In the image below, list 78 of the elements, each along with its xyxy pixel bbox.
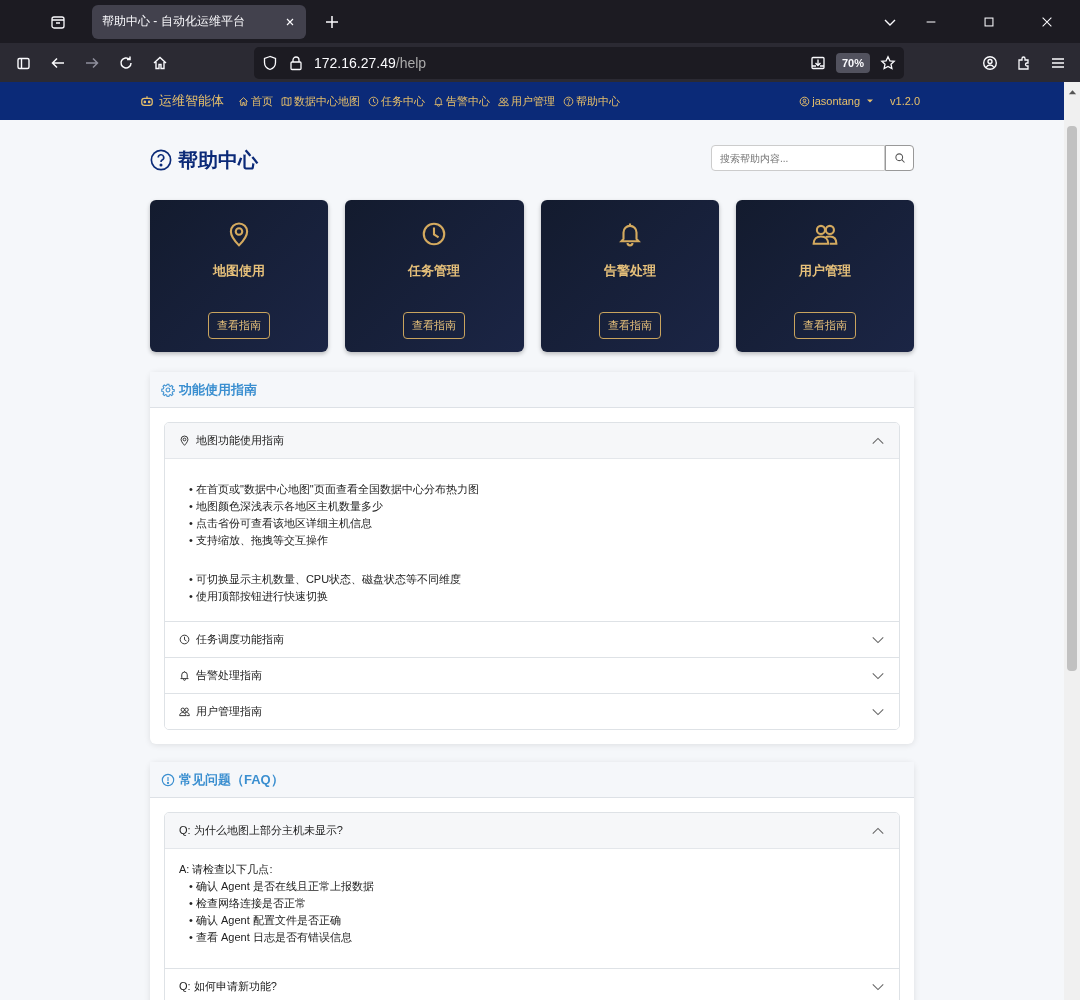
download-icon[interactable] — [809, 54, 826, 71]
list-item: • 可切换显示主机数量、CPU状态、磁盘状态等不同维度 — [189, 572, 463, 587]
shield-icon — [262, 54, 278, 71]
list-item: • 地图颜色深浅表示各地区主机数量多少 — [189, 499, 384, 514]
scroll-up-icon[interactable] — [1067, 88, 1077, 96]
accordion-title: 地图功能使用指南 — [196, 433, 284, 448]
nav-link[interactable]: 帮助中心 — [563, 93, 620, 109]
list-item: • 点击省份可查看该地区详细主机信息 — [189, 516, 373, 531]
list-item: • 使用顶部按钮进行快速切换 — [189, 589, 329, 604]
nav-link[interactable]: 任务中心 — [368, 93, 425, 109]
robot-icon — [140, 94, 154, 108]
accordion-title: 告警处理指南 — [196, 668, 262, 683]
map-icon — [281, 95, 292, 107]
guide-button[interactable]: 查看指南 — [208, 312, 271, 339]
help-icon — [150, 149, 172, 171]
guide-button[interactable]: 查看指南 — [793, 312, 856, 339]
section-title: 功能使用指南 — [179, 380, 257, 399]
info-icon — [161, 772, 175, 787]
nav-link[interactable]: 告警中心 — [433, 93, 490, 109]
users-icon — [179, 706, 190, 717]
gear-icon — [161, 382, 175, 397]
caret-icon — [866, 97, 875, 105]
clock-icon — [179, 634, 190, 645]
scrollbar[interactable] — [1064, 82, 1080, 1000]
puzzle-icon[interactable] — [1016, 54, 1032, 71]
bell-icon — [179, 670, 190, 681]
accordion-header[interactable]: 地图功能使用指南 — [165, 423, 899, 459]
card-title: 用户管理 — [798, 262, 851, 280]
accordion-header[interactable]: Q: 为什么地图上部分主机未显示? — [165, 813, 899, 849]
url-text: 172.16.27.49/help — [314, 54, 427, 71]
bell-icon — [433, 95, 444, 107]
tab-title: 帮助中心 - 自动化运维平台 — [102, 13, 246, 30]
card-title: 地图使用 — [213, 262, 266, 280]
brand-logo[interactable]: 运维智能体 — [140, 92, 224, 110]
search-button[interactable] — [885, 145, 914, 171]
user-icon — [799, 95, 811, 107]
account-icon[interactable] — [982, 54, 998, 71]
clock-icon — [421, 221, 448, 247]
question-text: Q: 为什么地图上部分主机未显示? — [179, 823, 343, 838]
guide-button[interactable]: 查看指南 — [403, 312, 466, 339]
lock-icon — [288, 54, 304, 71]
user-menu[interactable]: jasontang — [799, 95, 875, 107]
tab-list-icon[interactable] — [50, 13, 66, 30]
maximize-icon[interactable] — [982, 14, 996, 29]
version-label: v1.2.0 — [890, 95, 920, 107]
clock-icon — [368, 95, 379, 107]
accordion-title: 任务调度功能指南 — [196, 632, 284, 647]
page-title: 帮助中心 — [178, 147, 258, 173]
question-text: Q: 如何申请新功能? — [179, 979, 277, 994]
section-title: 常见问题（FAQ） — [179, 770, 284, 789]
home-icon[interactable] — [152, 54, 168, 71]
users-icon — [498, 95, 509, 107]
new-tab-icon[interactable] — [324, 13, 340, 30]
nav-link[interactable]: 首页 — [238, 93, 273, 109]
nav-link[interactable]: 用户管理 — [498, 93, 555, 109]
list-item: • 确认 Agent 是否在线且正常上报数据 — [189, 879, 375, 894]
reload-icon[interactable] — [118, 54, 134, 71]
brand-name: 运维智能体 — [159, 92, 224, 110]
list-item: • 支持缩放、拖拽等交互操作 — [189, 533, 329, 548]
map-pin-icon — [179, 435, 190, 446]
list-item: • 确认 Agent 配置文件是否正确 — [189, 913, 342, 928]
nav-link[interactable]: 数据中心地图 — [281, 93, 360, 109]
answer-text: A: 请检查以下几点: — [179, 862, 274, 877]
list-item: • 检查网络连接是否正常 — [189, 896, 307, 911]
list-item: • 查看 Agent 日志是否有错误信息 — [189, 930, 353, 945]
help-icon — [563, 95, 574, 107]
search-icon — [893, 152, 906, 164]
browser-tab[interactable]: 帮助中心 - 自动化运维平台 — [92, 4, 306, 39]
list-item: • 在首页或"数据中心地图"页面查看全国数据中心分布热力图 — [189, 482, 480, 497]
star-icon[interactable] — [880, 54, 896, 71]
accordion-title: 用户管理指南 — [196, 704, 262, 719]
card-title: 告警处理 — [603, 262, 656, 280]
zoom-badge[interactable]: 70% — [835, 52, 870, 73]
guide-button[interactable]: 查看指南 — [598, 312, 661, 339]
card-title: 任务管理 — [408, 262, 461, 280]
search-field[interactable]: 搜索帮助内容... — [711, 145, 885, 171]
address-bar[interactable]: 172.16.27.49/help 70% — [254, 46, 904, 79]
home-icon — [238, 95, 249, 107]
